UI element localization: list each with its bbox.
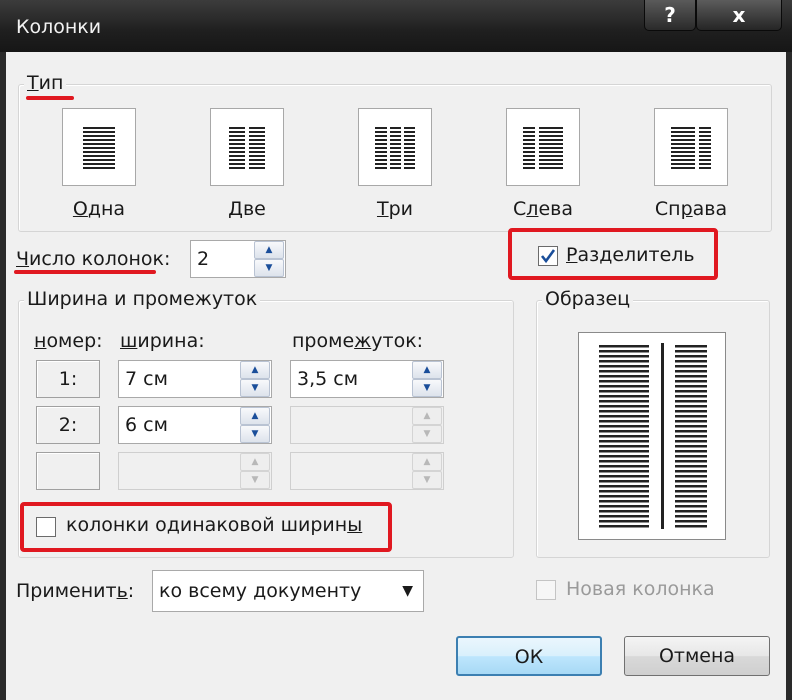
spin-down-icon[interactable]: ▼ [240, 379, 270, 397]
spin-down-icon[interactable]: ▼ [412, 379, 442, 397]
preset-left-label: Слева [513, 198, 573, 220]
spin-down-icon: ▼ [412, 471, 442, 489]
preset-three-button[interactable] [358, 108, 432, 186]
close-button[interactable]: x [696, 0, 782, 31]
preset-left-button[interactable] [506, 108, 580, 186]
spacing-spinner-1[interactable]: ▲ ▼ [412, 361, 442, 397]
preset-one-label: Одна [72, 198, 126, 220]
preset-three-label: Три [376, 198, 414, 220]
col-header-spacing: промежуток: [292, 330, 424, 352]
title-bar: Колонки ? x [0, 0, 792, 52]
preset-three-icon [375, 127, 415, 169]
separator-checkbox[interactable] [538, 246, 558, 266]
equal-width-label: колонки одинаковой ширины [66, 514, 363, 536]
preset-right-label: Справа [654, 198, 728, 220]
num-columns-spinner[interactable]: ▲ ▼ [254, 241, 284, 277]
col-header-width: ширина: [120, 330, 205, 352]
col-header-number: номер: [34, 330, 103, 352]
num-columns-label: Число колонок: [16, 248, 171, 270]
width-spinner-2[interactable]: ▲ ▼ [240, 407, 270, 443]
checkmark-icon [540, 249, 556, 264]
ok-button[interactable]: ОК [456, 636, 602, 676]
spacing-spinner-2: ▲ ▼ [412, 407, 442, 443]
spin-up-icon: ▲ [412, 407, 442, 425]
preset-two-label: Две [228, 198, 266, 220]
sample-label: Образец [542, 288, 634, 310]
type-label-highlight [26, 96, 74, 100]
preset-one-button[interactable] [62, 108, 136, 186]
width-spacing-label: Ширина и промежуток [24, 288, 261, 310]
equal-width-checkbox[interactable] [36, 517, 56, 537]
new-column-label: Новая колонка [566, 578, 715, 600]
row-number-3 [36, 452, 100, 490]
spin-up-icon[interactable]: ▲ [412, 361, 442, 379]
row-number-2: 2: [36, 406, 100, 444]
apply-label: Применить: [16, 580, 135, 602]
spacing-spinner-3: ▲ ▼ [412, 453, 442, 489]
preset-two-button[interactable] [210, 108, 284, 186]
spin-up-icon[interactable]: ▲ [240, 407, 270, 425]
cancel-button[interactable]: Отмена [624, 636, 770, 676]
spin-up-icon: ▲ [240, 453, 270, 471]
preset-right-button[interactable] [654, 108, 728, 186]
spin-up-icon[interactable]: ▲ [254, 241, 284, 259]
spin-down-icon[interactable]: ▼ [254, 259, 284, 277]
num-columns-highlight [14, 270, 156, 274]
apply-select-value: ко всему документу [159, 580, 362, 602]
width-spinner-1[interactable]: ▲ ▼ [240, 361, 270, 397]
spin-down-icon: ▼ [412, 425, 442, 443]
spin-down-icon[interactable]: ▼ [240, 425, 270, 443]
preset-left-icon [523, 127, 563, 169]
width-spinner-3: ▲ ▼ [240, 453, 270, 489]
preset-two-icon [229, 127, 265, 169]
help-button[interactable]: ? [644, 0, 696, 31]
separator-label: Разделитель [566, 244, 695, 266]
sample-columns-preview [599, 343, 707, 529]
preset-one-icon [83, 127, 115, 169]
type-group-label: Тип [24, 72, 67, 94]
preset-right-icon [671, 127, 711, 169]
spin-down-icon: ▼ [240, 471, 270, 489]
row-number-1: 1: [36, 360, 100, 398]
chevron-down-icon[interactable]: ▼ [402, 571, 413, 611]
apply-select[interactable]: ко всему документу ▼ [152, 570, 424, 612]
new-column-checkbox [536, 580, 556, 600]
spin-up-icon: ▲ [412, 453, 442, 471]
sample-preview [578, 332, 726, 540]
spin-up-icon[interactable]: ▲ [240, 361, 270, 379]
window-title: Колонки [16, 16, 102, 38]
